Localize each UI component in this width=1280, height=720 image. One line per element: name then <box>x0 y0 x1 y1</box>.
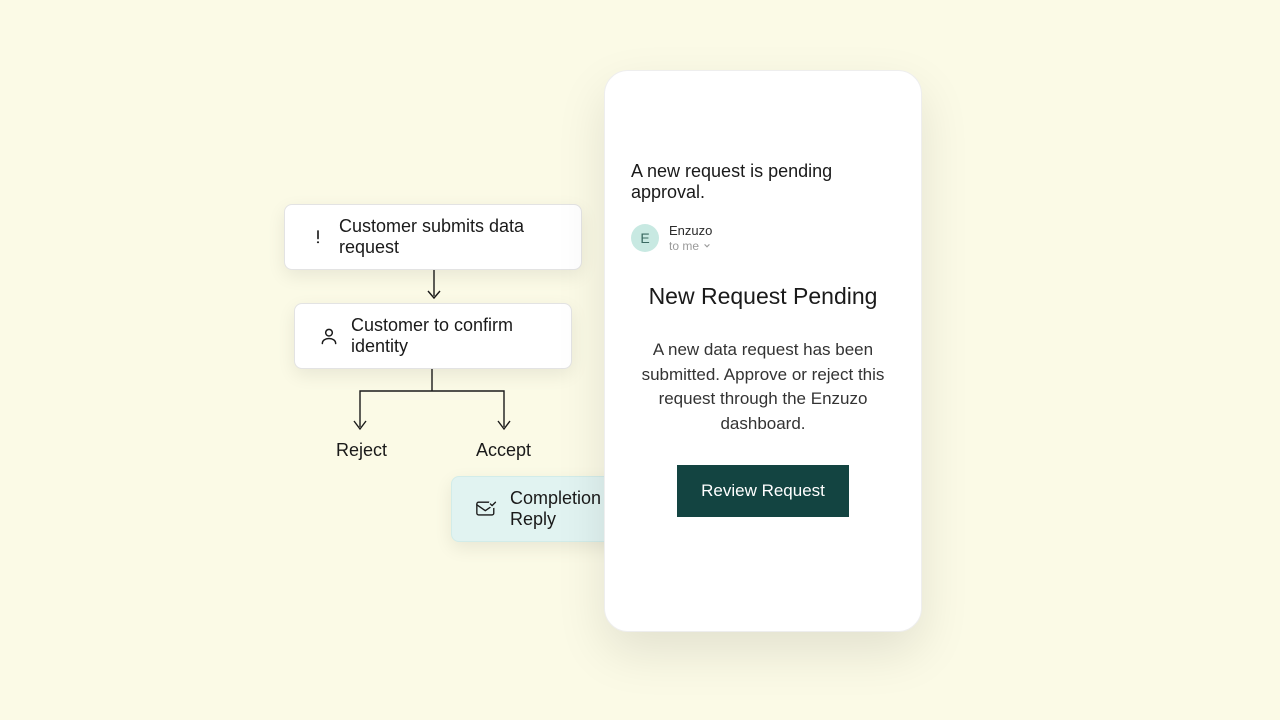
branch-reject-label: Reject <box>336 440 387 461</box>
flow-step-confirm-label: Customer to confirm identity <box>351 315 547 357</box>
user-icon <box>319 326 339 346</box>
review-request-button[interactable]: Review Request <box>677 465 849 517</box>
arrow-down-1 <box>425 270 443 304</box>
flow-step-submit: Customer submits data request <box>284 204 582 270</box>
chevron-down-icon <box>703 242 711 250</box>
mail-check-icon <box>476 499 498 519</box>
branch-connector <box>350 369 515 439</box>
notification-title: New Request Pending <box>631 283 895 310</box>
notification-card: A new request is pending approval. E Enz… <box>604 70 922 632</box>
flow-step-confirm: Customer to confirm identity <box>294 303 572 369</box>
sender-meta: Enzuzo to me <box>669 223 712 253</box>
flow-step-submit-label: Customer submits data request <box>339 216 557 258</box>
stage: Customer submits data request Customer t… <box>0 0 1280 720</box>
notification-body: A new data request has been submitted. A… <box>631 338 895 437</box>
avatar: E <box>631 224 659 252</box>
notification-subject: A new request is pending approval. <box>631 161 895 203</box>
alert-icon <box>309 228 327 246</box>
sender-recipient: to me <box>669 239 712 253</box>
branch-accept-label: Accept <box>476 440 531 461</box>
sender-name: Enzuzo <box>669 223 712 239</box>
sender-row: E Enzuzo to me <box>631 223 895 253</box>
